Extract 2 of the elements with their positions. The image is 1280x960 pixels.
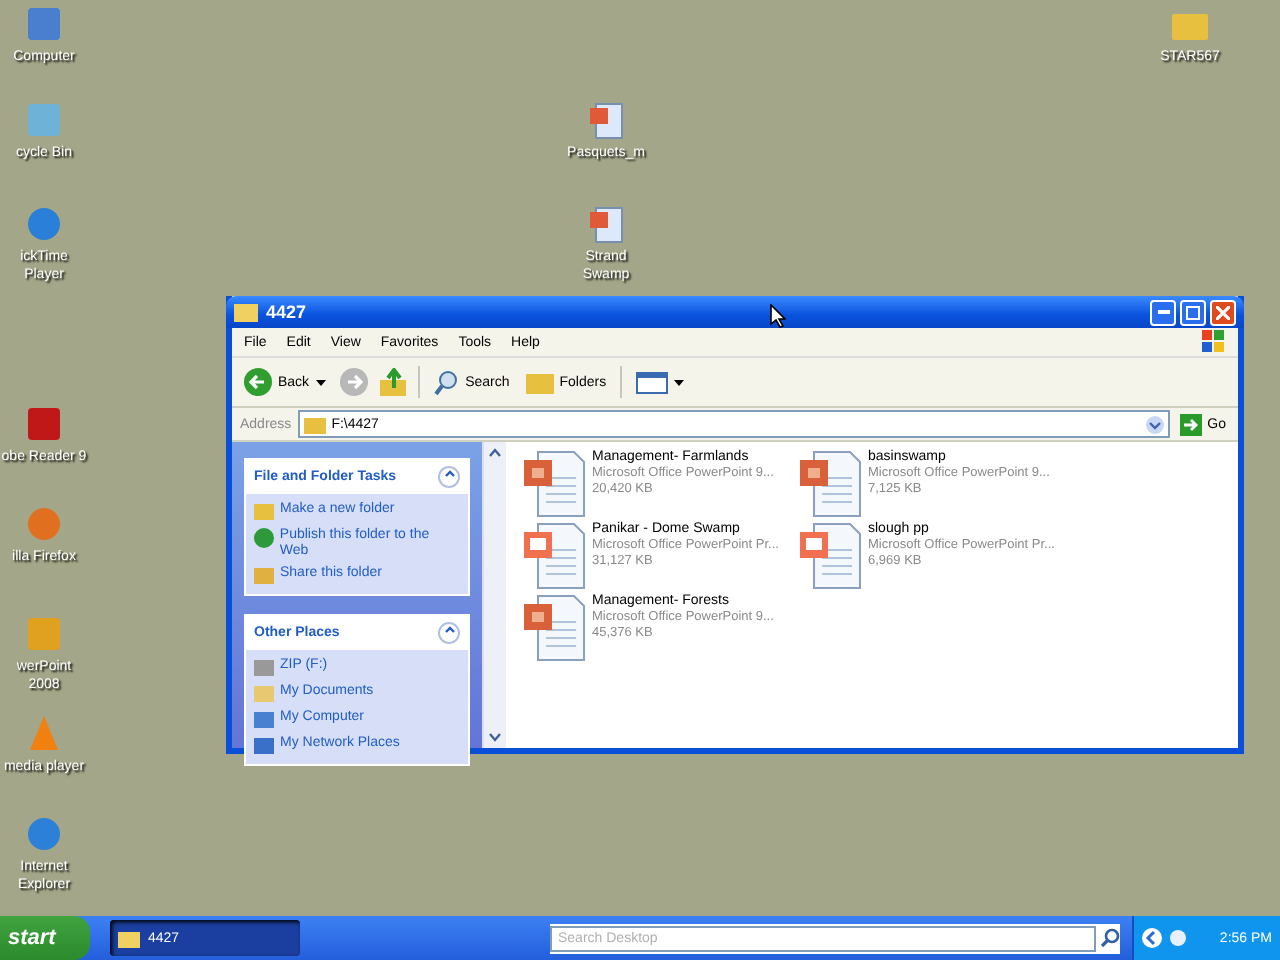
- window-title: 4427: [266, 302, 307, 322]
- start-button[interactable]: start: [0, 916, 90, 960]
